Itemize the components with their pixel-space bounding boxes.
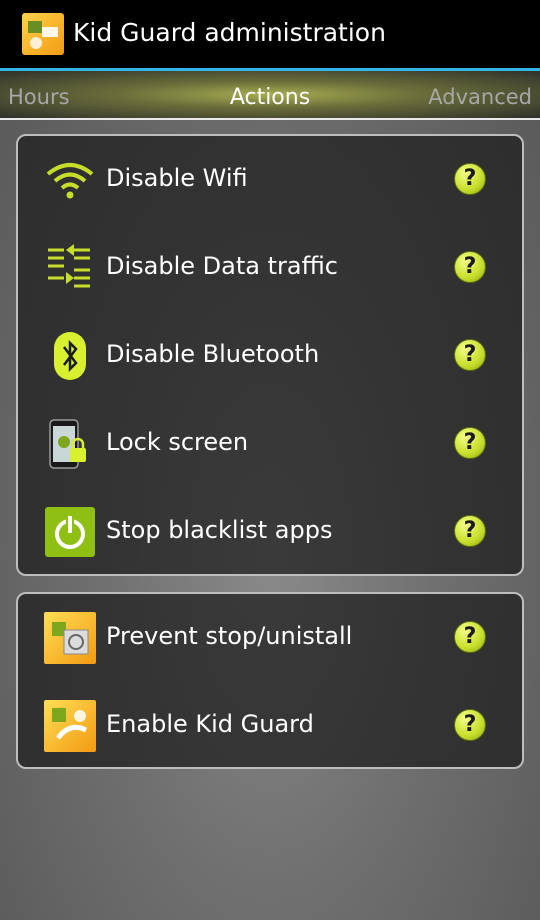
help-icon[interactable]: ?: [454, 427, 486, 459]
help-icon[interactable]: ?: [454, 709, 486, 741]
prevent-uninstall-icon: [44, 612, 96, 664]
actions-card: Disable Wifi ? Disable Data traffic ? Di…: [16, 134, 524, 576]
action-label: Stop blacklist apps: [106, 516, 333, 544]
wifi-icon: [44, 154, 96, 206]
action-label: Enable Kid Guard: [106, 710, 314, 738]
title-bar: Kid Guard administration: [0, 0, 540, 68]
action-disable-wifi[interactable]: Disable Wifi ?: [18, 136, 522, 224]
data-traffic-icon: [44, 242, 96, 294]
action-enable-kid-guard[interactable]: Enable Kid Guard ?: [18, 682, 522, 770]
bluetooth-icon: [44, 330, 96, 382]
action-label: Disable Data traffic: [106, 252, 338, 280]
help-icon[interactable]: ?: [454, 163, 486, 195]
action-label: Prevent stop/unistall: [106, 622, 353, 650]
action-disable-data-traffic[interactable]: Disable Data traffic ?: [18, 224, 522, 312]
kid-guard-icon: [44, 700, 96, 752]
kid-guard-app-icon: [22, 13, 64, 55]
help-icon[interactable]: ?: [454, 339, 486, 371]
tab-bar: Hours Actions Advanced: [0, 68, 540, 120]
help-icon[interactable]: ?: [454, 621, 486, 653]
action-label: Disable Wifi: [106, 164, 248, 192]
action-disable-bluetooth[interactable]: Disable Bluetooth ?: [18, 312, 522, 400]
lock-screen-icon: [44, 418, 96, 470]
app-title: Kid Guard administration: [73, 18, 386, 47]
tab-advanced[interactable]: Advanced: [428, 85, 532, 109]
action-label: Lock screen: [106, 428, 249, 456]
help-icon[interactable]: ?: [454, 251, 486, 283]
protection-card: Prevent stop/unistall ? Enable Kid Guard…: [16, 592, 524, 769]
action-lock-screen[interactable]: Lock screen ?: [18, 400, 522, 488]
power-icon: [44, 506, 96, 558]
action-prevent-uninstall[interactable]: Prevent stop/unistall ?: [18, 594, 522, 682]
action-stop-blacklist-apps[interactable]: Stop blacklist apps ?: [18, 488, 522, 576]
help-icon[interactable]: ?: [454, 515, 486, 547]
action-label: Disable Bluetooth: [106, 340, 320, 368]
